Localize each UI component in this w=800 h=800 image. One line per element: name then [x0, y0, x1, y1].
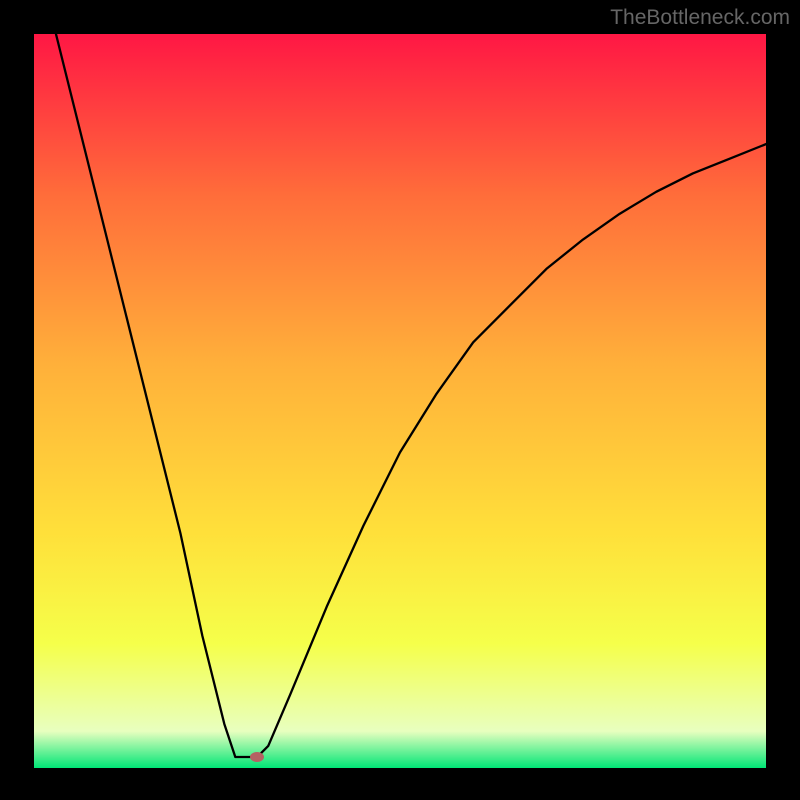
chart-marker-dot — [250, 752, 264, 762]
chart-plot-area — [34, 34, 766, 768]
watermark-text: TheBottleneck.com — [610, 6, 790, 30]
bottleneck-curve-path — [56, 34, 766, 757]
chart-curve — [34, 34, 766, 768]
